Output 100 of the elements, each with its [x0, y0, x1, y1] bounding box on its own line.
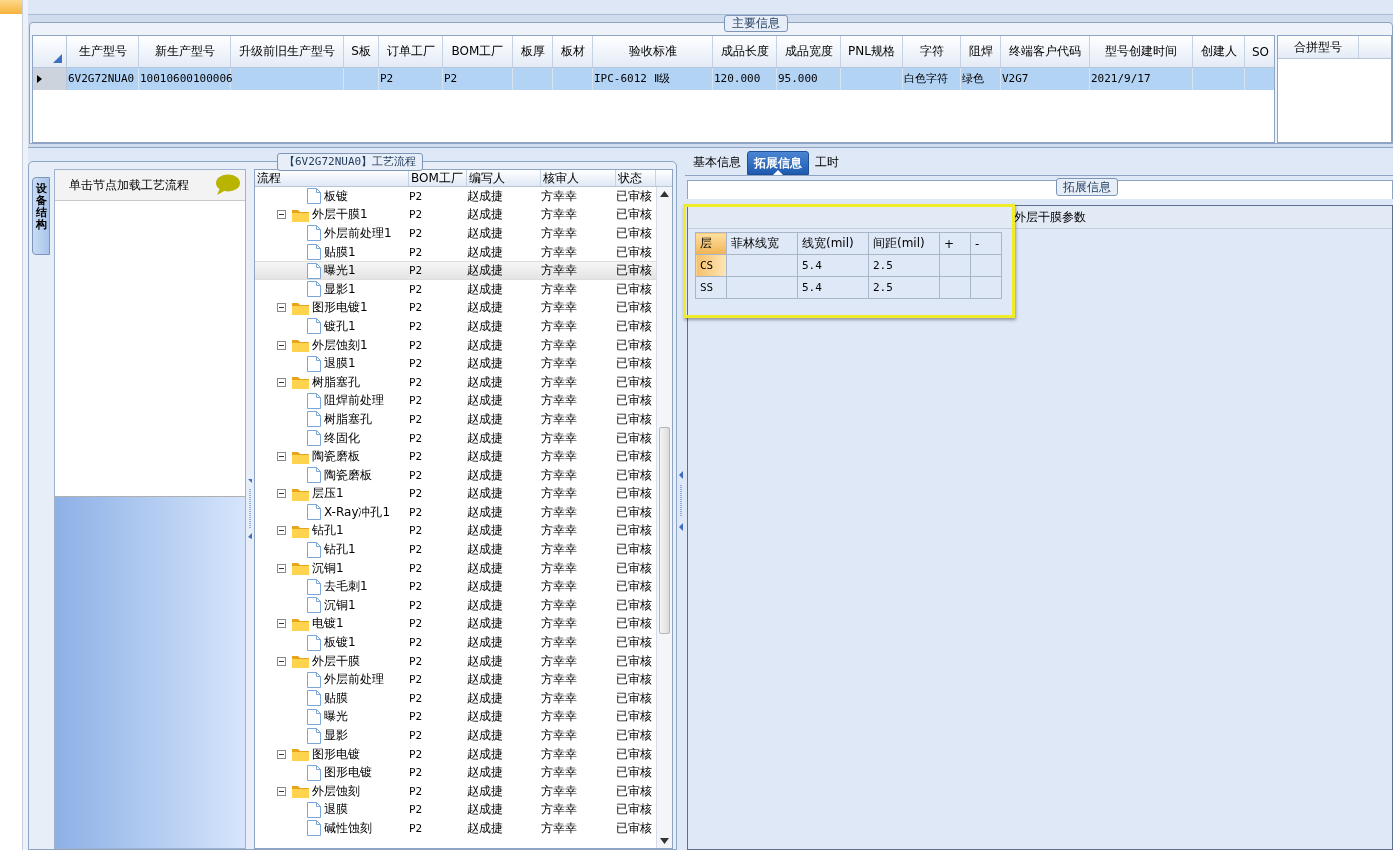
column-header[interactable]: 成品宽度	[777, 36, 841, 67]
column-header[interactable]: 板材	[553, 36, 593, 67]
tree-node[interactable]: 终固化	[324, 429, 360, 447]
tree-node[interactable]: X-Ray冲孔1	[324, 503, 391, 521]
tree-row[interactable]: 退膜1 P2 赵成捷 方幸幸 已审核	[255, 354, 656, 373]
column-header[interactable]: 状态	[616, 170, 656, 186]
tree-node[interactable]: 图形电镀	[312, 745, 360, 763]
collapse-icon[interactable]	[277, 377, 286, 387]
tree-row[interactable]: 树脂塞孔 P2 赵成捷 方幸幸 已审核	[255, 410, 656, 429]
row-header[interactable]: CS	[695, 254, 727, 277]
tree-row[interactable]: 沉铜1 P2 赵成捷 方幸幸 已审核	[255, 596, 656, 615]
tree-node[interactable]: 曝光1	[324, 262, 356, 280]
column-header[interactable]: 板厚	[513, 36, 553, 67]
tree-node[interactable]: 图形电镀1	[312, 299, 368, 317]
tree-row[interactable]: 贴膜 P2 赵成捷 方幸幸 已审核	[255, 689, 656, 708]
tree-node[interactable]: 陶瓷磨板	[312, 448, 360, 466]
column-header[interactable]: S板	[344, 36, 379, 67]
tree-node[interactable]: 树脂塞孔	[324, 410, 372, 428]
tab[interactable]: 基本信息	[687, 151, 747, 175]
collapse-icon[interactable]	[277, 749, 286, 759]
tree-row[interactable]: 钻孔1 P2 赵成捷 方幸幸 已审核	[255, 521, 656, 541]
tree-node[interactable]: 陶瓷磨板	[324, 466, 372, 484]
tree-row[interactable]: 显影1 P2 赵成捷 方幸幸 已审核	[255, 279, 656, 299]
column-header[interactable]: 升级前旧生产型号	[231, 36, 344, 67]
collapse-icon[interactable]	[277, 563, 286, 573]
tree-node[interactable]: 板镀1	[324, 634, 356, 652]
tree-node[interactable]: 图形电镀	[324, 764, 372, 782]
tree-row[interactable]: 板镀1 P2 赵成捷 方幸幸 已审核	[255, 633, 656, 652]
column-header[interactable]: 层	[695, 232, 727, 255]
tree-row[interactable]: 曝光 P2 赵成捷 方幸幸 已审核	[255, 707, 656, 727]
tree-node[interactable]: 外层蚀刻1	[312, 336, 368, 354]
tree-row[interactable]: 碱性蚀刻 P2 赵成捷 方幸幸 已审核	[255, 819, 656, 838]
column-header[interactable]: 型号创建时间	[1090, 36, 1193, 67]
splitter-grip-icon[interactable]	[248, 479, 252, 539]
tree-node[interactable]: 贴膜1	[324, 243, 356, 261]
tree-node[interactable]: 退膜	[324, 801, 348, 819]
tree-node[interactable]: 沉铜1	[324, 596, 356, 614]
collapse-icon[interactable]	[277, 452, 286, 462]
tree-node[interactable]: 外层前处理	[324, 671, 384, 689]
tree-row[interactable]: 陶瓷磨板 P2 赵成捷 方幸幸 已审核	[255, 447, 656, 466]
tab[interactable]: 拓展信息	[747, 151, 809, 175]
column-header[interactable]: 验收标准	[593, 36, 713, 67]
tree-row[interactable]: 外层干膜1 P2 赵成捷 方幸幸 已审核	[255, 205, 656, 225]
scroll-up-icon[interactable]	[660, 191, 669, 197]
select-all-icon[interactable]	[53, 54, 62, 63]
tree-row[interactable]: 图形电镀 P2 赵成捷 方幸幸 已审核	[255, 744, 656, 764]
column-header[interactable]: 阻焊	[961, 36, 1001, 67]
tree-node[interactable]: 碱性蚀刻	[324, 820, 372, 837]
tree-node[interactable]: 电镀1	[312, 615, 344, 633]
scrollbar-thumb[interactable]	[659, 427, 670, 634]
tree-row[interactable]: 去毛刺1 P2 赵成捷 方幸幸 已审核	[255, 577, 656, 597]
tree-row[interactable]: 镀孔1 P2 赵成捷 方幸幸 已审核	[255, 317, 656, 336]
tree-row[interactable]: 外层前处理1 P2 赵成捷 方幸幸 已审核	[255, 224, 656, 243]
tree-row[interactable]: 树脂塞孔 P2 赵成捷 方幸幸 已审核	[255, 372, 656, 392]
tree-node[interactable]: 阻焊前处理	[324, 392, 384, 410]
column-header[interactable]: -	[970, 232, 1002, 255]
tree-node[interactable]: 板镀	[324, 187, 348, 205]
row-header[interactable]: SS	[695, 276, 727, 299]
collapse-icon[interactable]	[277, 526, 286, 536]
tree-node[interactable]: 沉铜1	[312, 559, 344, 577]
column-header[interactable]: 流程	[255, 170, 409, 186]
tree-node[interactable]: 外层蚀刻	[312, 782, 360, 800]
column-header[interactable]: 菲林线宽	[726, 232, 798, 255]
scrollbar[interactable]	[656, 187, 672, 848]
splitter-grip-icon[interactable]	[679, 470, 683, 531]
tree-row[interactable]: 贴膜1 P2 赵成捷 方幸幸 已审核	[255, 242, 656, 262]
collapse-icon[interactable]	[277, 340, 286, 350]
tree-node[interactable]: 树脂塞孔	[312, 373, 360, 391]
tree-row[interactable]: 显影 P2 赵成捷 方幸幸 已审核	[255, 726, 656, 745]
tree-row[interactable]: 层压1 P2 赵成捷 方幸幸 已审核	[255, 484, 656, 504]
column-header[interactable]: 创建人	[1193, 36, 1245, 67]
column-header[interactable]: 字符	[903, 36, 961, 67]
tree-node[interactable]: 钻孔1	[324, 541, 356, 559]
column-header[interactable]: 间距(mil)	[868, 232, 940, 255]
tree-row[interactable]: 图形电镀1 P2 赵成捷 方幸幸 已审核	[255, 298, 656, 318]
tree-row[interactable]: 阻焊前处理 P2 赵成捷 方幸幸 已审核	[255, 391, 656, 411]
tree-row[interactable]: 外层蚀刻 P2 赵成捷 方幸幸 已审核	[255, 782, 656, 801]
column-header[interactable]: 终端客户代码	[1001, 36, 1090, 67]
column-header[interactable]: 线宽(mil)	[797, 232, 869, 255]
tree-row[interactable]: 钻孔1 P2 赵成捷 方幸幸 已审核	[255, 540, 656, 559]
table-row[interactable]: 6V2G72NUA0 10010600100006 P2 P2 IPC-6012 Ⅱ级 120.000 95.000 白色字符 绿色 V2G7 2021/9/17	[33, 68, 1274, 90]
column-header[interactable]: PNL规格	[841, 36, 903, 67]
tree-node[interactable]: 外层干膜	[312, 652, 360, 670]
column-header[interactable]: 订单工厂	[379, 36, 443, 67]
collapse-icon[interactable]	[277, 656, 286, 666]
tree-node[interactable]: 层压1	[312, 485, 344, 503]
tree-row[interactable]: 板镀 P2 赵成捷 方幸幸 已审核	[255, 187, 656, 206]
tab[interactable]: 工时	[809, 151, 845, 175]
tree-row[interactable]: 电镀1 P2 赵成捷 方幸幸 已审核	[255, 614, 656, 634]
side-tab[interactable]: 设备结构	[32, 177, 50, 255]
collapse-icon[interactable]	[277, 786, 286, 796]
tree-row[interactable]: 终固化 P2 赵成捷 方幸幸 已审核	[255, 428, 656, 448]
tree-node[interactable]: 外层干膜1	[312, 206, 368, 224]
column-header[interactable]: BOM工厂	[409, 170, 467, 186]
collapse-icon[interactable]	[277, 489, 286, 499]
tree-row[interactable]: 曝光1 P2 赵成捷 方幸幸 已审核	[255, 261, 656, 280]
tree-node[interactable]: 镀孔1	[324, 317, 356, 335]
scroll-down-icon[interactable]	[660, 838, 669, 844]
tree-node[interactable]: 贴膜	[324, 689, 348, 707]
tree-row[interactable]: 外层蚀刻1 P2 赵成捷 方幸幸 已审核	[255, 335, 656, 355]
